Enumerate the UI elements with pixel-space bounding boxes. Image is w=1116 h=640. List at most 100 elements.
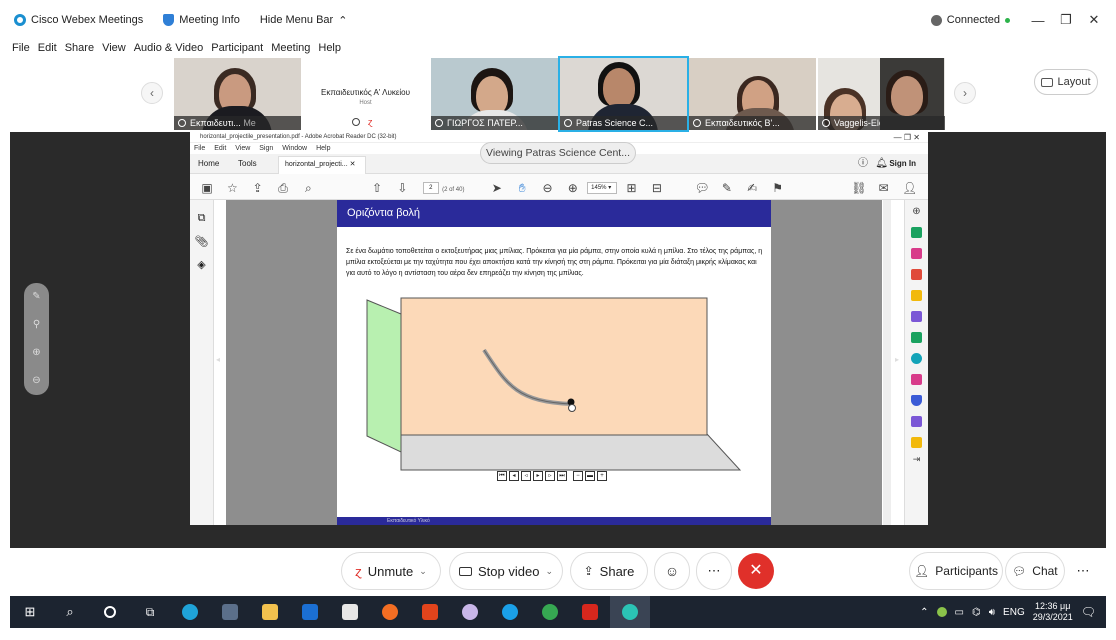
acrobat-menu-window[interactable]: Window [282, 145, 307, 152]
sim-step-back-button[interactable]: ◂ [509, 471, 519, 481]
taskbar-office[interactable] [410, 596, 450, 628]
upload-icon[interactable]: ⇪ [251, 181, 265, 195]
restore-button[interactable]: ❐ [1052, 12, 1080, 28]
zoom-level-select[interactable]: 145% ▾ [587, 181, 618, 194]
zoom-out-icon[interactable]: ⊖ [540, 181, 554, 195]
combine-files-icon[interactable] [911, 332, 922, 343]
share-button[interactable]: ⇪ Share [571, 553, 647, 589]
protect-icon[interactable] [911, 395, 922, 406]
sim-last-button[interactable]: ⏭ [557, 471, 567, 481]
scroll-mode-icon[interactable]: ⊟ [650, 181, 664, 195]
meeting-info-button[interactable]: Meeting Info [163, 14, 240, 26]
language-indicator[interactable]: ENG [1003, 607, 1025, 618]
menu-edit[interactable]: Edit [38, 42, 57, 54]
zoom-in-icon[interactable]: ⊕ [24, 339, 49, 367]
page-up-icon[interactable]: ⇧ [370, 181, 384, 195]
document-scrollbar[interactable] [883, 200, 891, 525]
connection-status[interactable]: Connected [930, 14, 1010, 26]
video-tile-active-speaker[interactable]: Patras Science C... [558, 56, 689, 132]
more-tools-icon[interactable] [911, 416, 922, 427]
organize-pages-icon[interactable] [911, 248, 922, 259]
page-down-icon[interactable]: ⇩ [395, 181, 409, 195]
fill-sign-icon[interactable] [911, 374, 922, 385]
acrobat-menu-sign[interactable]: Sign [259, 145, 273, 152]
taskbar-skype[interactable] [490, 596, 530, 628]
video-tile[interactable]: Εκπαιδευτικός Β'... [689, 58, 816, 130]
acrobat-window-controls[interactable]: — ❐ ✕ [894, 132, 920, 143]
start-button[interactable]: ⊞ [10, 596, 50, 628]
taskbar-webex[interactable] [610, 596, 650, 628]
acrobat-menu-view[interactable]: View [235, 145, 250, 152]
acrobat-menu-edit[interactable]: Edit [214, 145, 226, 152]
page-thumbnails-icon[interactable]: ⧉ [190, 212, 213, 225]
taskbar-paint[interactable] [450, 596, 490, 628]
comment-tool-icon[interactable] [911, 290, 922, 301]
tab-tools[interactable]: Tools [238, 154, 257, 174]
sim-reset-button[interactable]: ▬ [585, 471, 595, 481]
unmute-button[interactable]: ɀ Unmute ⌄ [342, 553, 440, 589]
export-pdf-icon[interactable] [911, 227, 922, 238]
pen-icon[interactable]: ✎ [720, 181, 734, 195]
collapse-left-icon[interactable]: ◂ [216, 355, 220, 364]
mail-icon[interactable]: ✉ [877, 181, 891, 195]
bookmark-star-icon[interactable]: ☆ [225, 181, 239, 195]
zoom-out-icon[interactable]: ⊖ [24, 367, 49, 395]
share-link-icon[interactable]: ⛓︎ [851, 181, 866, 195]
print-icon[interactable]: ⎙ [276, 181, 290, 195]
taskbar-firefox[interactable] [370, 596, 410, 628]
clock[interactable]: 12:36 μμ 29/3/2021 [1033, 601, 1073, 623]
expand-pane-icon[interactable]: ⇥ [905, 454, 928, 465]
create-pdf-icon[interactable] [911, 269, 922, 280]
search-icon[interactable]: ⌕ [301, 181, 315, 195]
comment-icon[interactable]: 💬︎ [695, 181, 710, 195]
search-button[interactable]: ⌕ [50, 596, 90, 628]
tab-home[interactable]: Home [198, 154, 219, 174]
taskbar-chrome[interactable] [530, 596, 570, 628]
taskbar-acrobat[interactable] [570, 596, 610, 628]
video-tile[interactable]: Εκπαιδευτι... Me [174, 58, 301, 130]
webex-tray-icon[interactable] [936, 607, 947, 617]
notifications-icon[interactable]: 🗨︎ [1081, 605, 1096, 619]
tab-document[interactable]: horizontal_projecti... ✕ [278, 156, 366, 174]
reactions-button[interactable]: ☺ [655, 553, 689, 589]
annotate-icon[interactable]: ✎ [24, 283, 49, 311]
sim-first-button[interactable]: ⏮ [497, 471, 507, 481]
video-tile[interactable]: Εκπαιδευτικός Α' Λυκείου Host ɀ [302, 58, 429, 130]
collapse-right-icon[interactable]: ▸ [895, 355, 899, 364]
menu-audio-video[interactable]: Audio & Video [134, 42, 204, 54]
pin-icon[interactable]: ⚲ [24, 311, 49, 339]
sign-icon[interactable]: ✍︎ [745, 181, 759, 195]
taskbar-mail[interactable] [290, 596, 330, 628]
sim-play-button[interactable]: ▸ [533, 471, 543, 481]
sim-step-forward-button[interactable]: ▹ [545, 471, 555, 481]
send-comments-icon[interactable] [911, 437, 922, 448]
menu-file[interactable]: File [12, 42, 30, 54]
page-number-input[interactable]: 2 [422, 181, 439, 194]
add-user-icon[interactable]: 👤︎ [902, 181, 917, 195]
video-tile[interactable] [880, 58, 944, 130]
network-icon[interactable]: ⌬ [972, 607, 981, 618]
menu-view[interactable]: View [102, 42, 126, 54]
attachment-icon[interactable]: 📎︎ [190, 235, 213, 248]
close-tab-icon[interactable]: ✕ [350, 161, 356, 168]
taskbar-camera[interactable] [210, 596, 250, 628]
zoom-in-icon[interactable]: ⊕ [566, 181, 580, 195]
cortana-button[interactable] [90, 596, 130, 628]
hand-icon[interactable]: ✋︎ [515, 181, 529, 195]
show-hidden-icons-icon[interactable]: ⌃ [920, 607, 928, 618]
edit-pdf-icon[interactable] [911, 311, 922, 322]
sign-in-button[interactable]: Sign In [889, 154, 916, 174]
battery-icon[interactable]: ▭ [955, 607, 964, 618]
cursor-icon[interactable]: ➤ [490, 181, 504, 195]
strip-next-button[interactable]: › [954, 82, 976, 104]
end-meeting-button[interactable]: ✕ [738, 553, 774, 589]
stop-video-button[interactable]: Stop video ⌄ [450, 553, 562, 589]
layers-icon[interactable]: ◈ [190, 258, 213, 271]
hide-menu-bar-button[interactable]: Hide Menu Bar ⌃ [260, 14, 348, 27]
taskbar-store[interactable] [330, 596, 370, 628]
menu-meeting[interactable]: Meeting [271, 42, 310, 54]
fit-page-icon[interactable]: ⊞ [625, 181, 639, 195]
video-tile[interactable]: ΓΙΩΡΓΟΣ ΠΑΤΕΡ... [431, 58, 558, 130]
layout-button[interactable]: Layout [1034, 69, 1098, 95]
notifications-icon[interactable]: 🔔︎ [875, 154, 888, 174]
